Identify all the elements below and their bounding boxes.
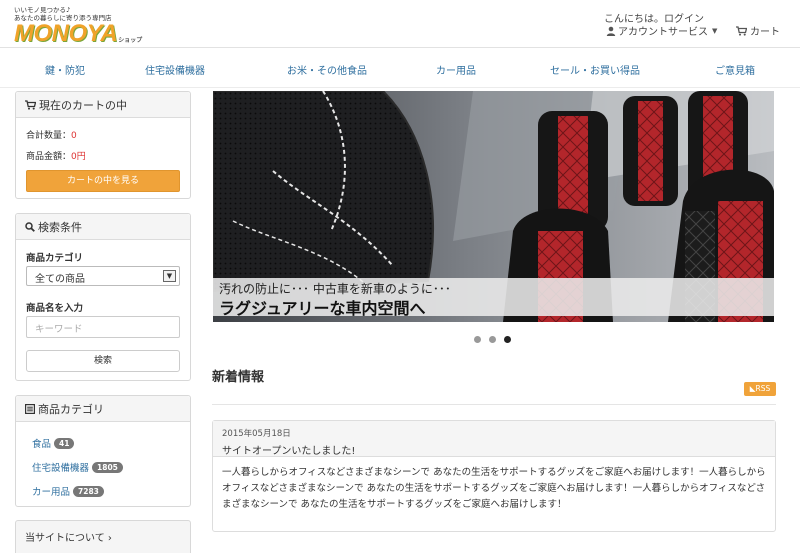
search-panel: 検索条件 商品カテゴリ 全ての商品 ▼ 商品名を入力 キーワード 検索 <box>15 213 191 381</box>
cart-amount-value: 0円 <box>71 152 86 162</box>
news-date: 2015年05月18日 <box>222 429 291 439</box>
category-item-car[interactable]: カー用品 7283 <box>32 484 180 498</box>
cart-amount-label: 商品金額： <box>26 152 72 162</box>
category-select-value: 全ての商品 <box>35 274 85 285</box>
view-cart-button[interactable]: カートの中を見る <box>26 170 180 192</box>
logo-sub: ショップ <box>118 37 143 44</box>
cart-label: カート <box>750 27 780 38</box>
nav-item-food[interactable]: お米・その他食品 <box>287 62 367 77</box>
tagline-line1: いいモノ見つかる♪ <box>14 6 71 14</box>
cart-panel: 現在のカートの中 合計数量：0 商品金額：0円 カートの中を見る <box>15 91 191 199</box>
site-header: いいモノ見つかる♪ あなたの暮らしに寄り添う専門店 MONOYA ショップ こん… <box>0 0 800 48</box>
search-icon <box>25 221 35 232</box>
search-panel-title: 検索条件 <box>38 220 82 234</box>
nav-item-feedback[interactable]: ご意見箱 <box>715 62 755 77</box>
category-count-badge: 41 <box>54 437 75 449</box>
news-entry: 2015年05月18日 サイトオープンいたしました! 一人暮らしからオフィスなど… <box>212 420 776 532</box>
cart-qty-label: 合計数量： <box>26 131 72 141</box>
chevron-right-icon: › <box>107 533 112 544</box>
account-service-label: アカウントサービス <box>618 27 708 38</box>
news-headline[interactable]: サイトオープンいたしました! <box>222 442 766 457</box>
carousel-indicators <box>474 336 511 343</box>
carousel-dot-3[interactable] <box>504 336 511 343</box>
category-count-badge: 1805 <box>92 461 123 473</box>
category-item-housing[interactable]: 住宅設備機器 1805 <box>32 460 180 474</box>
nav-item-car[interactable]: カー用品 <box>436 62 476 77</box>
nav-item-sale[interactable]: セール・お買い得品 <box>550 62 640 77</box>
about-panel-title: 当サイトについて <box>25 533 105 544</box>
cart-amount: 商品金額：0円 <box>26 149 180 162</box>
news-body: 一人暮らしからオフィスなどさまざまなシーンで あなたの生活をサポートするグッズを… <box>222 467 766 510</box>
hero-carousel[interactable]: 汚れの防止に･･･ 中古車を新車のように･･･ ラグジュアリーな車内空間へ <box>213 91 774 322</box>
cart-qty: 合計数量：0 <box>26 128 180 141</box>
category-item-label: 住宅設備機器 <box>32 463 90 474</box>
carousel-caption: 汚れの防止に･･･ 中古車を新車のように･･･ ラグジュアリーな車内空間へ <box>213 278 774 318</box>
news-entry-header: 2015年05月18日 サイトオープンいたしました! <box>213 421 775 457</box>
cart-icon <box>736 25 747 36</box>
category-item-label: カー用品 <box>32 487 71 498</box>
caret-down-icon: ▼ <box>712 26 718 35</box>
keyword-input[interactable]: キーワード <box>26 316 180 338</box>
name-input-label: 商品名を入力 <box>26 303 84 314</box>
nav-item-security[interactable]: 鍵・防犯 <box>45 62 85 77</box>
caption-line2: ラグジュアリーな車内空間へ <box>219 299 426 318</box>
user-icon <box>606 26 616 36</box>
carousel-dot-2[interactable] <box>489 336 496 343</box>
search-panel-header: 検索条件 <box>16 214 190 240</box>
about-panel[interactable]: 当サイトについて › <box>15 520 191 553</box>
category-panel-header: 商品カテゴリ <box>16 396 190 422</box>
account-service-menu[interactable]: アカウントサービス ▼ <box>606 23 717 38</box>
category-select-label: 商品カテゴリ <box>26 253 84 264</box>
nav-item-housing[interactable]: 住宅設備機器 <box>145 62 205 77</box>
site-logo[interactable]: MONOYA ショップ <box>14 18 142 46</box>
category-item-label: 食品 <box>32 439 52 450</box>
rss-label: RSS <box>755 384 771 393</box>
category-panel-title: 商品カテゴリ <box>38 402 104 416</box>
search-button[interactable]: 検索 <box>26 350 180 372</box>
category-count-badge: 7283 <box>73 485 104 497</box>
logo-text: MONOYA <box>14 20 118 47</box>
category-item-food[interactable]: 食品 41 <box>32 436 180 450</box>
news-section-title: 新着情報 <box>212 370 265 385</box>
cart-panel-header: 現在のカートの中 <box>16 92 190 118</box>
main-nav: 鍵・防犯 住宅設備機器 お米・その他食品 カー用品 セール・お買い得品 ご意見箱 <box>0 48 800 88</box>
cart-link[interactable]: カート <box>736 23 780 38</box>
list-icon <box>25 403 35 414</box>
chevron-down-icon: ▼ <box>163 270 176 282</box>
cart-panel-title: 現在のカートの中 <box>39 98 127 112</box>
cart-icon <box>25 99 36 110</box>
cart-qty-value: 0 <box>71 131 77 141</box>
category-select[interactable]: 全ての商品 ▼ <box>26 266 180 286</box>
category-panel: 商品カテゴリ 食品 41 住宅設備機器 1805 カー用品 7283 <box>15 395 191 507</box>
divider <box>212 404 776 405</box>
carousel-dot-1[interactable] <box>474 336 481 343</box>
rss-button[interactable]: ◣RSS <box>744 382 776 396</box>
